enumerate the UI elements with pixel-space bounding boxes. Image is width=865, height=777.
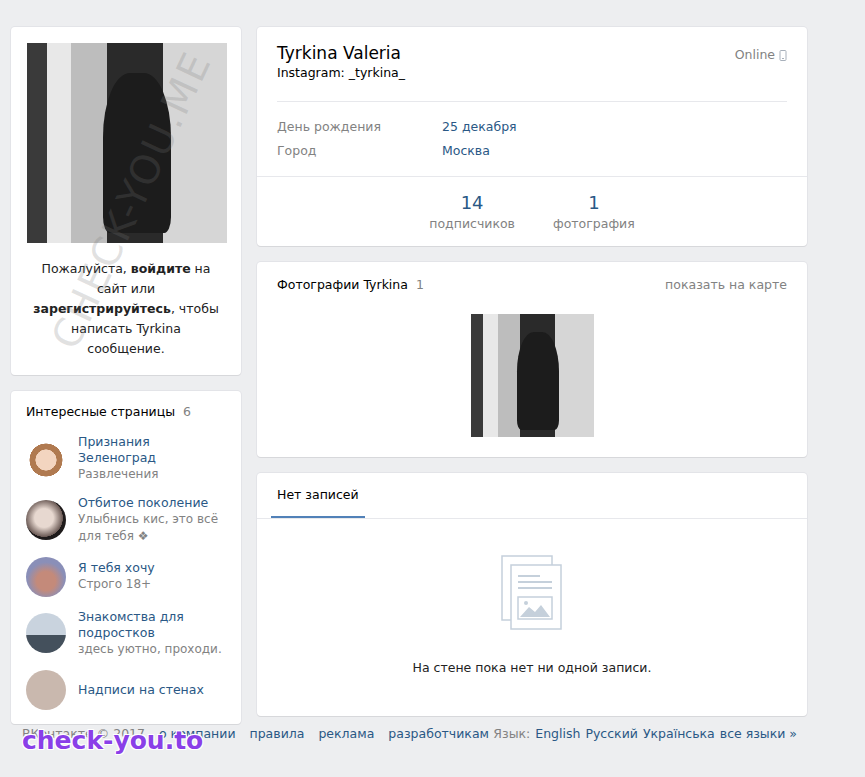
name-row: Tyrkina ValeriaInstagram: _tyrkina_ Onlin… [277,42,787,83]
page-avatar[interactable] [26,557,66,597]
profile-page: Пожалуйста, войдите на сайт или зарегист… [0,0,865,777]
divider [277,101,787,102]
watermark-logo: check-you.to [22,722,203,760]
mobile-phone-icon [779,50,787,61]
info-value[interactable]: Москва [442,139,490,163]
footer-link[interactable]: о компании [159,725,236,744]
counter-label[interactable]: подписчиков [429,215,515,233]
footer-links: ВКонтакте © 2017 о компании правила реклама… [22,725,489,744]
sidebar: Пожалуйста, войдите на сайт или зарегист… [11,27,241,724]
interesting-page-item[interactable]: Признания ЗеленоградРазвлечения [11,428,241,489]
login-link[interactable]: войдите [131,261,191,276]
page-name[interactable]: Отбитое поколение [78,495,226,511]
page-text: Знакомства для подростковздесь уютно, пр… [78,609,226,658]
profile-header: Tyrkina ValeriaInstagram: _tyrkina_ Onlin… [257,27,807,176]
page-name[interactable]: Я тебя хочу [78,560,226,576]
interesting-page-item[interactable]: Надписи на стенах [11,664,241,716]
page-text: Признания ЗеленоградРазвлечения [78,434,226,483]
interesting-page-item[interactable]: Я тебя хочуСтрого 18+ [11,551,241,603]
wall-card: Нет записей На стене пока нет ни одной за… [257,473,807,717]
footer-link[interactable]: разработчикам [388,725,489,744]
page-subtitle: здесь уютно, проходи. [78,641,226,658]
counter[interactable]: 14подписчиков [415,191,529,233]
photos-header: Фотографии Tyrkina 1 показать на карте [257,262,807,309]
page-subtitle: Строго 18+ [78,576,226,593]
counter-value[interactable]: 1 [553,191,635,215]
photos-title: Фотографии Tyrkina 1 [277,276,424,295]
info-value[interactable]: 25 декабря [442,115,517,139]
page-avatar[interactable] [26,613,66,653]
profile-info-card: Tyrkina ValeriaInstagram: _tyrkina_ Onlin… [257,27,807,246]
info-rows: День рождения25 декабряГородМосква [277,102,787,176]
language-link[interactable]: Українська [643,725,715,744]
photos-count: 1 [416,277,424,292]
page-name[interactable]: Признания Зеленоград [78,434,226,466]
main-column: Tyrkina ValeriaInstagram: _tyrkina_ Onlin… [257,27,807,724]
profile-name: Tyrkina Valeria [277,42,405,64]
page-text: Отбитое поколениеУлыбнись кис, это всё д… [78,495,226,545]
info-row: День рождения25 декабря [277,115,787,139]
photos-grid [257,309,807,457]
login-prompt: Пожалуйста, войдите на сайт или зарегист… [27,259,225,359]
columns: Пожалуйста, войдите на сайт или зарегист… [11,27,865,724]
login-link[interactable]: зарегистрируйтесь [33,301,171,316]
profile-status: Instagram: _tyrkina_ [277,64,405,83]
interesting-pages-card: Интересные страницы 6 Признания Зеленогра… [11,391,241,724]
info-label: День рождения [277,115,442,139]
page-text: Надписи на стенах [78,682,226,698]
page-name[interactable]: Надписи на стенах [78,682,226,698]
page-avatar[interactable] [26,438,66,478]
online-text: Online [735,46,775,65]
online-status: Online [735,42,787,65]
language-link[interactable]: English [535,725,580,744]
page-subtitle: Развлечения [78,466,226,483]
page-avatar[interactable] [26,670,66,710]
show-on-map-link[interactable]: показать на карте [665,276,787,295]
info-label: Город [277,139,442,163]
page-avatar[interactable] [26,500,66,540]
counters: 14подписчиков1фотография [257,176,807,246]
wall-tabs: Нет записей [257,473,807,520]
page-name[interactable]: Знакомства для подростков [78,609,226,641]
section-count: 6 [183,404,191,419]
wall-empty: На стене пока нет ни одной записи. [257,519,807,716]
wall-tab[interactable]: Нет записей [271,473,365,519]
counter-value[interactable]: 14 [429,191,515,215]
section-title: Интересные страницы [26,404,175,419]
name-block: Tyrkina ValeriaInstagram: _tyrkina_ [277,42,405,83]
interesting-page-item[interactable]: Отбитое поколениеУлыбнись кис, это всё д… [11,489,241,551]
empty-wall-text: На стене пока нет ни одной записи. [413,659,652,678]
copyright: ВКонтакте © 2017 [22,725,145,744]
counter[interactable]: 1фотография [539,191,649,233]
photos-card: Фотографии Tyrkina 1 показать на карте [257,262,807,457]
interesting-pages-header: Интересные страницы 6 [11,391,241,428]
footer-link[interactable]: правила [250,725,305,744]
page-text: Я тебя хочуСтрого 18+ [78,560,226,593]
interesting-page-item[interactable]: Знакомства для подростковздесь уютно, пр… [11,603,241,664]
footer: ВКонтакте © 2017 о компании правила реклама… [22,725,797,744]
footer-link[interactable]: реклама [318,725,374,744]
empty-wall-icon [501,555,563,631]
photos-title-text[interactable]: Фотографии Tyrkina [277,277,408,292]
language-switcher: Язык: English Русский Українська все языки » [493,725,797,744]
language-label: Язык: [493,725,530,744]
page-subtitle: Улыбнись кис, это всё для тебя ❖ [78,511,226,545]
language-link[interactable]: Русский [585,725,637,744]
watermark-text: CHECK-YOU.ME [36,41,227,359]
info-row: ГородМосква [277,139,787,163]
prompt-text: Пожалуйста, [42,261,131,276]
counter-label[interactable]: фотография [553,215,635,233]
language-link[interactable]: все языки » [720,725,797,744]
photo-thumbnail[interactable] [471,314,594,437]
profile-photo[interactable] [27,43,227,243]
profile-photo-card: Пожалуйста, войдите на сайт или зарегист… [11,27,241,375]
